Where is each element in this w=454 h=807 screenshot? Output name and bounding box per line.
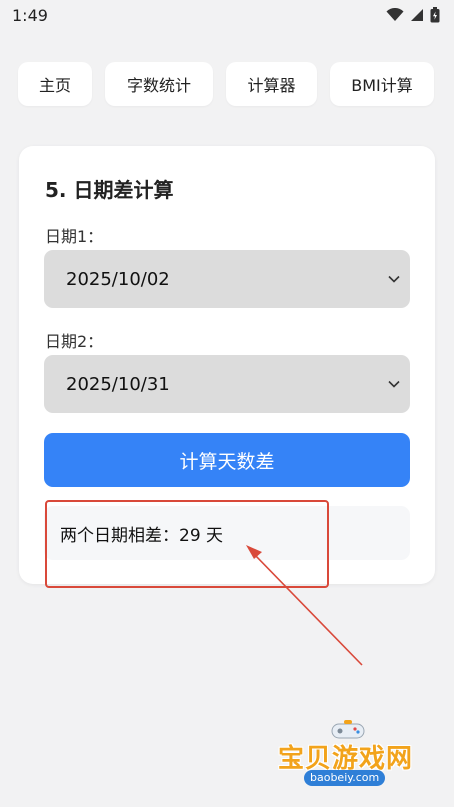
watermark-url: baobeiy.com [304,770,386,786]
highlight-annotation [45,500,329,588]
gamepad-icon [331,720,365,739]
status-time: 1:49 [12,5,48,25]
date2-select[interactable]: 2025/10/31 [44,355,410,413]
nav-bmi-button[interactable]: BMI计算 [330,62,434,106]
battery-icon [430,7,440,23]
chevron-down-icon [388,380,400,388]
calculate-days-button[interactable]: 计算天数差 [44,433,410,487]
status-icons [386,7,440,23]
watermark-logo: 宝贝游戏网 baobeiy.com [276,718,426,802]
chevron-down-icon [388,275,400,283]
card-title: 5. 日期差计算 [45,178,174,202]
nav-word-count-button[interactable]: 字数统计 [105,62,213,106]
status-bar: 1:49 [0,0,454,30]
wifi-icon [386,8,404,21]
top-nav: 主页 字数统计 计算器 BMI计算 [18,62,434,108]
date1-label: 日期1： [45,227,104,246]
date2-value: 2025/10/31 [66,373,170,395]
nav-home-button[interactable]: 主页 [18,62,92,106]
nav-calculator-button[interactable]: 计算器 [226,62,317,106]
signal-icon [411,9,423,21]
date1-select[interactable]: 2025/10/02 [44,250,410,308]
date1-value: 2025/10/02 [66,268,170,290]
date2-label: 日期2： [45,332,104,351]
